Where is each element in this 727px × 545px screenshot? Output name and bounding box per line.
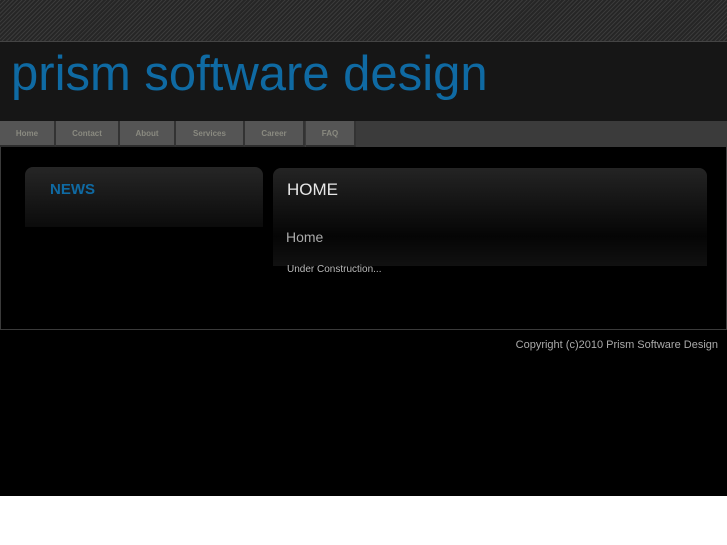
body-text: Under Construction...	[287, 264, 382, 275]
nav-contact[interactable]: Contact	[56, 121, 120, 147]
nav-career[interactable]: Career	[245, 121, 305, 147]
section-heading: Home	[286, 229, 324, 245]
nav-services[interactable]: Services	[176, 121, 245, 147]
news-title: NEWS	[50, 181, 95, 198]
nav-bar: Home Contact About Services Career FAQ	[0, 121, 727, 147]
nav-about[interactable]: About	[120, 121, 176, 147]
page-title: HOME	[287, 180, 338, 199]
news-panel: NEWS	[25, 167, 263, 227]
page: prism software design Home Contact About…	[0, 0, 727, 496]
main-panel: HOME Home	[273, 168, 707, 266]
copyright: Copyright (c)2010 Prism Software Design	[515, 339, 718, 351]
site-logo[interactable]: prism software design	[11, 44, 488, 104]
nav-faq[interactable]: FAQ	[306, 121, 356, 147]
nav-home[interactable]: Home	[0, 121, 56, 147]
striped-top-bar	[0, 0, 727, 42]
